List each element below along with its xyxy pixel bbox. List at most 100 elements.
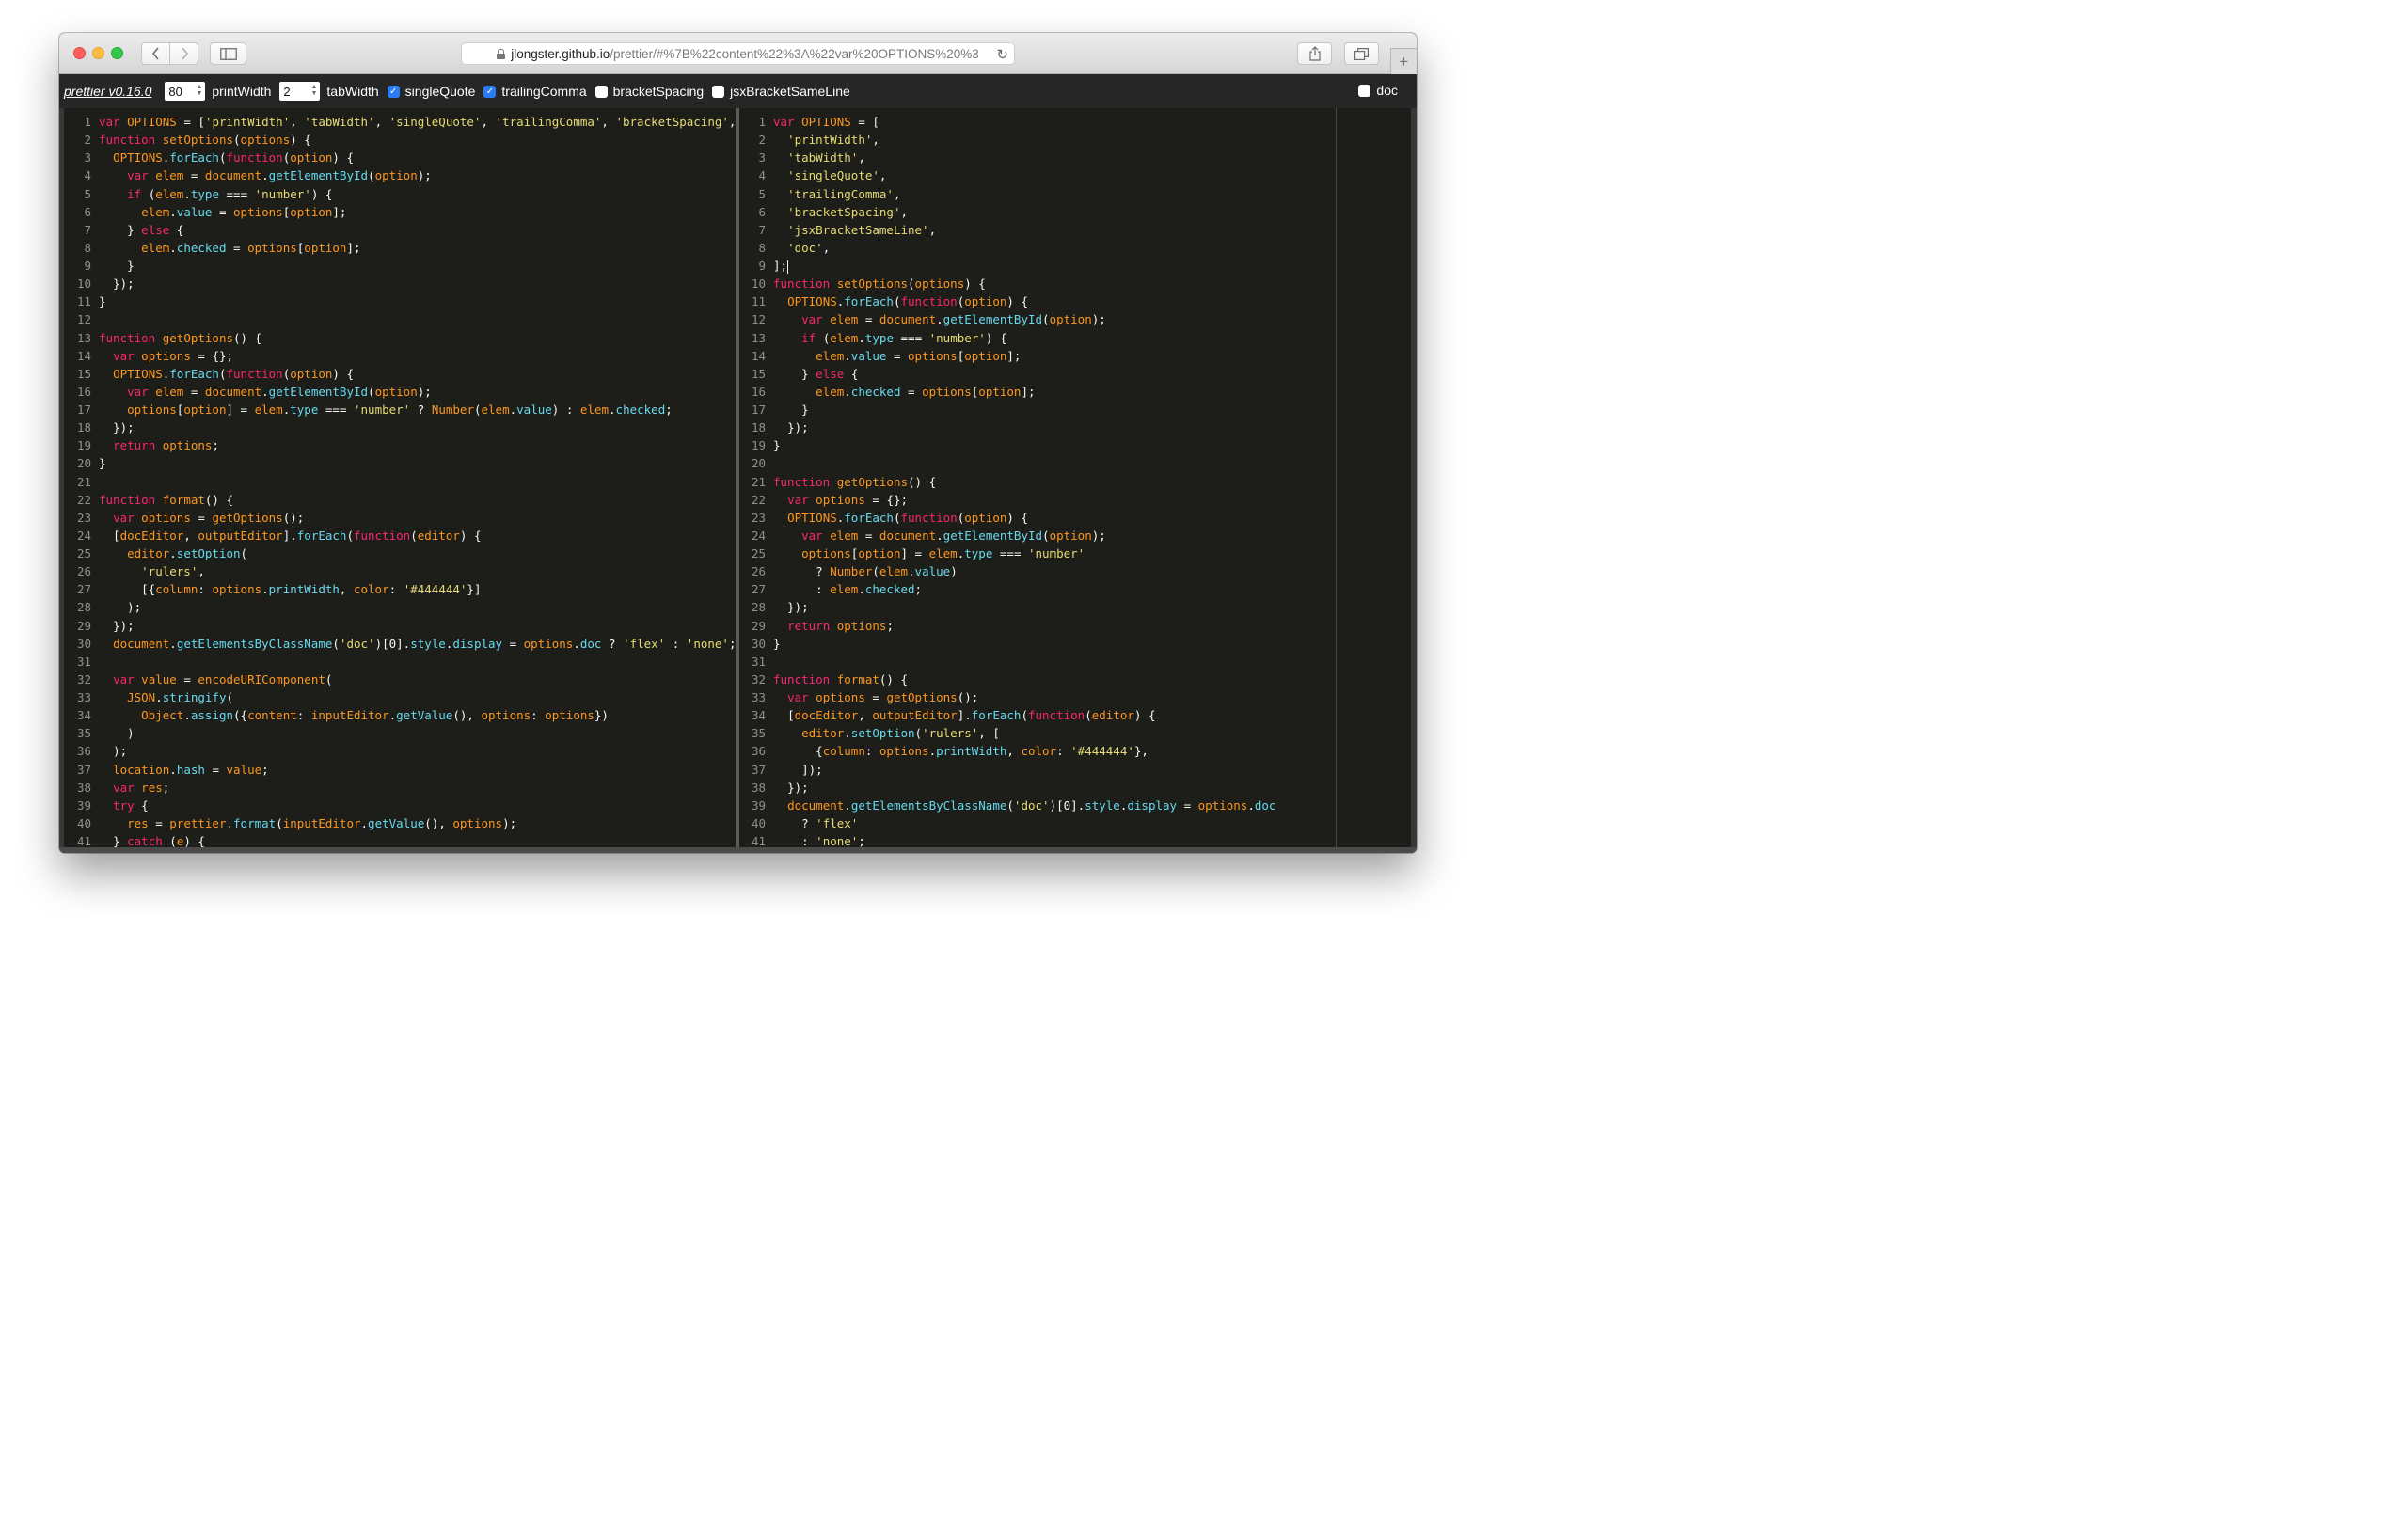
- code-text: function format() {: [99, 492, 234, 507]
- jsx-bracket-same-line-option[interactable]: jsxBracketSameLine: [712, 84, 850, 99]
- line-number: 16: [76, 384, 91, 399]
- line-number: 40: [751, 815, 766, 830]
- zoom-window-button[interactable]: [111, 47, 123, 59]
- line-number: 8: [758, 240, 766, 255]
- code-line: 39 document.getElementsByClassName('doc'…: [739, 797, 1411, 814]
- line-number: 32: [76, 671, 91, 687]
- code-text: return options;: [113, 438, 219, 453]
- options-bar: prettier v0.16.0 80 ▲ ▼ printWidth 2 ▲ ▼ t…: [59, 74, 1417, 108]
- code-line: 16 elem.checked = options[option];: [739, 383, 1411, 401]
- code-text: return options;: [787, 618, 894, 633]
- code-line: 28 });: [739, 598, 1411, 616]
- line-number: 33: [76, 690, 91, 704]
- line-number: 29: [76, 618, 91, 633]
- line-number: 6: [758, 204, 766, 219]
- line-number: 6: [84, 204, 91, 219]
- trailing-comma-option[interactable]: ✓ trailingComma: [483, 84, 587, 99]
- show-tabs-button[interactable]: [1344, 42, 1379, 65]
- line-number: 38: [76, 780, 91, 795]
- print-width-label: printWidth: [212, 84, 272, 99]
- code-text: var options = {};: [113, 348, 234, 363]
- code-text: document.getElementsByClassName('doc')[0…: [787, 797, 1276, 813]
- line-number: 38: [751, 780, 766, 795]
- minimize-window-button[interactable]: [92, 47, 104, 59]
- forward-button[interactable]: [169, 42, 198, 65]
- line-number: 4: [84, 168, 91, 183]
- code-line: 4 var elem = document.getElementById(opt…: [64, 166, 736, 184]
- line-number: 25: [76, 546, 91, 560]
- code-text: }: [127, 259, 135, 273]
- tab-width-input[interactable]: 2 ▲ ▼: [279, 82, 321, 101]
- bracket-spacing-option[interactable]: bracketSpacing: [594, 84, 704, 99]
- doc-label: doc: [1376, 83, 1398, 98]
- bracket-spacing-checkbox[interactable]: [594, 85, 608, 98]
- stepper-icon[interactable]: ▲ ▼: [310, 84, 317, 97]
- code-text: });: [113, 618, 135, 633]
- code-text: } else {: [801, 366, 859, 381]
- line-number: 37: [751, 762, 766, 777]
- code-text: function setOptions(options) {: [773, 276, 986, 292]
- sidebar-toggle-button[interactable]: [210, 42, 246, 65]
- code-text: ? Number(elem.value): [816, 564, 958, 579]
- doc-option[interactable]: doc: [1358, 83, 1398, 98]
- new-tab-button[interactable]: +: [1390, 48, 1417, 74]
- lock-icon: [497, 48, 506, 59]
- code-text: );: [127, 600, 142, 615]
- code-text: var options = getOptions();: [787, 690, 979, 704]
- code-line: 9 }: [64, 257, 736, 275]
- jsx-bracket-same-line-checkbox[interactable]: [712, 85, 725, 98]
- code-line: 11 OPTIONS.forEach(function(option) {: [739, 292, 1411, 310]
- code-text: editor.setOption(: [127, 546, 248, 560]
- doc-checkbox[interactable]: [1358, 84, 1371, 97]
- input-editor[interactable]: 1 var OPTIONS = ['printWidth', 'tabWidth'…: [64, 108, 736, 847]
- reload-icon[interactable]: ↻: [996, 46, 1008, 63]
- close-window-button[interactable]: [73, 47, 86, 59]
- code-line: 1 var OPTIONS = ['printWidth', 'tabWidth'…: [64, 113, 736, 131]
- line-number: 13: [751, 330, 766, 345]
- share-button[interactable]: [1297, 42, 1332, 65]
- code-line: 8 'doc',: [739, 239, 1411, 257]
- code-text: function setOptions(options) {: [99, 133, 311, 148]
- trailing-comma-checkbox[interactable]: ✓: [483, 85, 497, 98]
- output-editor[interactable]: 1 var OPTIONS = [2 'printWidth', 3 'tabWid…: [739, 108, 1411, 847]
- line-number: 5: [758, 186, 766, 201]
- code-text: var OPTIONS = [: [773, 115, 879, 129]
- code-line: 15 } else {: [739, 365, 1411, 383]
- code-line: 26 ? Number(elem.value): [739, 562, 1411, 580]
- address-bar[interactable]: jlongster.github.io/prettier/#%7B%22cont…: [461, 42, 1015, 65]
- code-line: 38 var res;: [64, 779, 736, 797]
- code-text: }: [773, 438, 781, 453]
- code-text: }: [99, 294, 106, 309]
- back-button[interactable]: [141, 42, 170, 65]
- line-number: 11: [751, 294, 766, 309]
- line-number: 21: [76, 474, 91, 489]
- code-line: 27 : elem.checked;: [739, 580, 1411, 598]
- code-text: var elem = document.getElementById(optio…: [801, 528, 1106, 543]
- code-line: 31: [64, 653, 736, 671]
- code-line: 1 var OPTIONS = [: [739, 113, 1411, 131]
- line-number: 15: [76, 366, 91, 381]
- tabs-icon: [1354, 47, 1369, 60]
- code-line: 35 editor.setOption('rulers', [: [739, 724, 1411, 742]
- single-quote-option[interactable]: ✓ singleQuote: [387, 84, 475, 99]
- code-line: 32 var value = encodeURIComponent(: [64, 671, 736, 688]
- code-text: 'doc',: [787, 240, 831, 255]
- stepper-icon[interactable]: ▲ ▼: [196, 84, 202, 97]
- code-line: 41 : 'none';: [739, 832, 1411, 847]
- prettier-version-link[interactable]: prettier v0.16.0: [64, 84, 151, 99]
- code-line: 6 'bracketSpacing',: [739, 203, 1411, 221]
- code-text: function getOptions() {: [773, 474, 937, 489]
- line-number: 5: [84, 186, 91, 201]
- line-number: 39: [76, 797, 91, 813]
- single-quote-checkbox[interactable]: ✓: [387, 85, 400, 98]
- line-number: 14: [751, 348, 766, 363]
- right-border: [1411, 108, 1417, 847]
- line-number: 17: [751, 402, 766, 417]
- line-number: 9: [758, 259, 766, 273]
- line-number: 27: [76, 582, 91, 597]
- print-width-input[interactable]: 80 ▲ ▼: [165, 82, 206, 101]
- code-line: 41 } catch (e) {: [64, 832, 736, 847]
- url-path: /prettier/#%7B%22content%22%3A%22var%20O…: [610, 46, 979, 61]
